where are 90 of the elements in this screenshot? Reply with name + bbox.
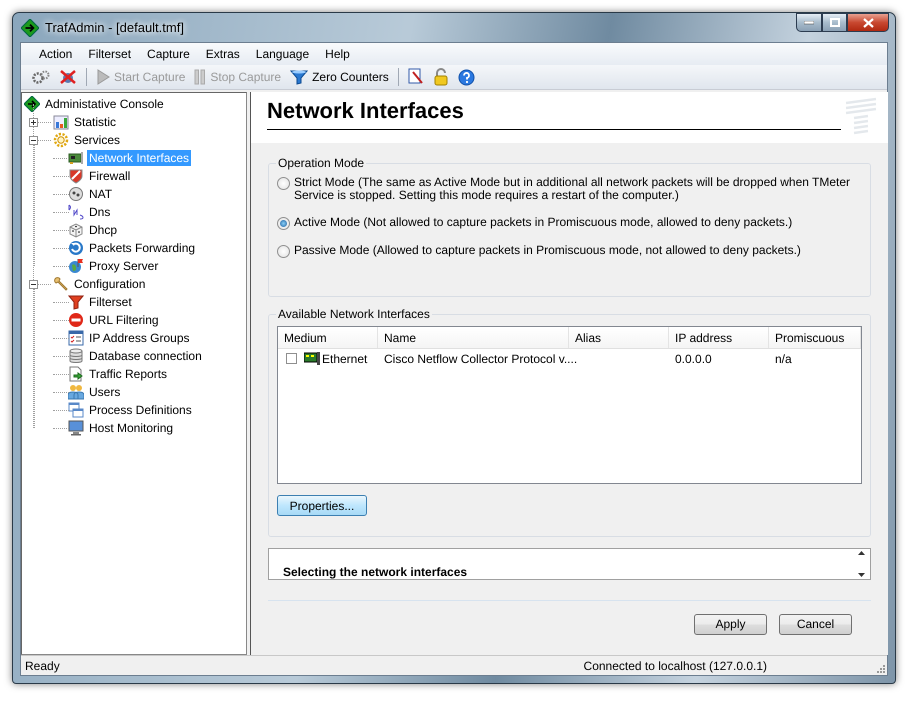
close-button[interactable]	[847, 13, 889, 32]
radio-button[interactable]	[277, 217, 290, 230]
collapse-icon[interactable]	[29, 136, 38, 144]
bar-chart-icon	[53, 114, 69, 130]
help-heading: Selecting the network interfaces	[282, 564, 468, 579]
table-cell: 0.0.0.0	[675, 352, 712, 366]
column-header[interactable]: Alias	[569, 327, 669, 348]
tree-item[interactable]: Administative Console	[43, 96, 166, 112]
tree-item[interactable]: IP Address Groups	[87, 330, 192, 346]
app-icon	[21, 18, 39, 36]
tree-item[interactable]: Firewall	[87, 168, 132, 184]
resize-grip-icon	[875, 663, 885, 673]
column-header[interactable]: IP address	[669, 327, 769, 348]
tree-item[interactable]: Process Definitions	[87, 402, 194, 418]
tree-item[interactable]: Statistic	[72, 114, 118, 130]
gear-icon	[53, 132, 69, 148]
table-cell: n/a	[775, 352, 792, 366]
tree-item[interactable]: Configuration	[72, 276, 148, 292]
tree-item[interactable]: Services	[72, 132, 122, 148]
play-icon	[96, 69, 110, 85]
menu-item[interactable]: Action	[31, 45, 80, 63]
funnel-icon	[68, 294, 84, 310]
shield-icon	[68, 168, 84, 184]
menu-item[interactable]: Help	[317, 45, 358, 63]
window-title: TrafAdmin - [default.tmf]	[45, 20, 184, 35]
expand-icon[interactable]	[29, 118, 38, 126]
table-cell: Ethernet	[322, 352, 368, 366]
tree-item[interactable]: NAT	[87, 186, 114, 202]
tree-item[interactable]: Packets Forwarding	[87, 240, 198, 256]
tree-item[interactable]: Database connection	[87, 348, 204, 364]
page-title: Network Interfaces	[267, 98, 464, 124]
toolbar-button[interactable]: Zero Counters	[287, 66, 392, 88]
cube-icon	[68, 222, 84, 238]
maximize-button[interactable]	[822, 13, 847, 32]
option-label: Active Mode (Not allowed to capture packets in Promiscuous mode, allowed to deny packets.)	[294, 216, 792, 229]
tree-item[interactable]: Dns	[87, 204, 112, 220]
monitor-icon	[68, 420, 84, 436]
padlock-icon	[432, 68, 449, 86]
users-icon	[68, 384, 84, 400]
menu-item[interactable]: Filterset	[80, 45, 140, 63]
tree-item[interactable]: Proxy Server	[87, 258, 160, 274]
tree-item[interactable]: Dhcp	[87, 222, 120, 238]
globe-flag-icon	[68, 258, 84, 274]
option-label: Strict Mode (The same as Active Mode but in additional all network packets will be dropped when TMeter Service is stopped. Setting this mode requires a restart of the computer.)	[294, 176, 852, 202]
network-card-icon	[304, 352, 320, 366]
column-header[interactable]: Name	[378, 327, 569, 348]
tree-item[interactable]: URL Filtering	[87, 312, 161, 328]
minimize-button[interactable]	[796, 13, 822, 32]
circular-arrow-icon	[68, 240, 84, 256]
tree-item[interactable]: Users	[87, 384, 122, 400]
radio-button[interactable]	[277, 177, 290, 190]
menu-item[interactable]: Language	[248, 45, 318, 63]
pause-icon	[194, 69, 206, 85]
database-icon	[68, 348, 84, 364]
group-title: Operation Mode	[277, 156, 366, 170]
disconnect-icon	[59, 69, 77, 85]
document-pen-icon	[408, 68, 424, 86]
no-entry-icon	[68, 312, 84, 328]
connector-icon	[68, 186, 84, 202]
menu-item[interactable]: Extras	[198, 45, 248, 63]
table-cell: Cisco Netflow Collector Protocol v....	[384, 352, 578, 366]
properties-button[interactable]: Properties...	[277, 495, 367, 516]
option-label: Passive Mode (Allowed to capture packets in Promiscuous mode, not allowed to deny packets.)	[294, 244, 801, 257]
group-title: Available Network Interfaces	[277, 307, 431, 321]
radio-button[interactable]	[277, 245, 290, 258]
checklist-icon	[68, 330, 84, 346]
tree-item[interactable]: Filterset	[87, 294, 134, 310]
scroll-down-icon[interactable]	[858, 573, 865, 577]
diamond-arrow-icon	[24, 96, 40, 112]
collapse-icon[interactable]	[29, 280, 38, 288]
menu-item[interactable]: Capture	[139, 45, 198, 63]
column-header[interactable]: Medium	[278, 327, 378, 348]
funnel-icon	[290, 69, 308, 85]
dialog-button[interactable]: Apply	[694, 614, 767, 634]
gears-icon	[32, 69, 50, 85]
wrench-icon	[53, 276, 69, 292]
windows-icon	[68, 402, 84, 418]
document-arrow-icon	[68, 366, 84, 382]
help-icon	[458, 68, 475, 86]
tree-item[interactable]: Traffic Reports	[87, 366, 170, 382]
tree-item[interactable]: Host Monitoring	[87, 420, 176, 436]
checkbox[interactable]	[286, 353, 297, 364]
scroll-up-icon[interactable]	[858, 551, 865, 555]
dialog-button[interactable]: Cancel	[779, 614, 852, 634]
minimize-icon	[804, 20, 814, 24]
maximize-icon	[830, 18, 840, 27]
connection-status: Connected to localhost (127.0.0.1)	[584, 658, 767, 672]
close-icon	[862, 18, 874, 28]
column-header[interactable]: Promiscuous	[769, 327, 861, 348]
status-text: Ready	[25, 658, 60, 672]
